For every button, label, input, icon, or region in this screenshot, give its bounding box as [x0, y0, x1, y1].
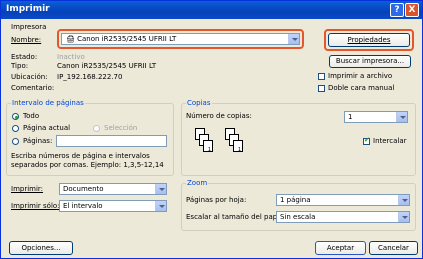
page-range-hint: Escriba números de página e intervalos s… — [11, 152, 164, 169]
help-button[interactable]: ? — [390, 3, 404, 17]
printer-name-value: Canon iR2535/2545 UFRII LT — [77, 35, 177, 43]
print-what-label: Imprimir: — [11, 185, 44, 193]
manual-duplex-checkbox[interactable] — [318, 85, 325, 92]
chevron-down-icon[interactable] — [155, 184, 166, 194]
print-what-select[interactable]: Documento — [59, 183, 167, 195]
collate-checkbox[interactable] — [363, 136, 370, 145]
comment-label: Comentario: — [11, 84, 55, 92]
type-label: Tipo: — [11, 62, 29, 70]
range-all-label: Todo — [23, 112, 40, 120]
properties-button[interactable]: Propiedades — [328, 33, 410, 47]
cancel-button[interactable]: Cancelar — [369, 241, 418, 255]
range-current-label: Página actual — [23, 124, 71, 132]
zoom-group: Zoom — [181, 179, 416, 231]
range-all-radio[interactable] — [12, 113, 19, 120]
printer-name-select[interactable]: 🖨 Canon iR2535/2545 UFRII LT — [61, 33, 300, 45]
print-to-file-label: Imprimir a archivo — [328, 72, 393, 80]
manual-duplex-label: Doble cara manual — [328, 84, 395, 92]
type-value: Canon iR2535/2545 UFRII LT — [57, 62, 157, 70]
pages-input[interactable] — [56, 135, 167, 147]
print-only-label: Imprimir sólo: — [11, 202, 60, 210]
zoom-legend: Zoom — [186, 179, 209, 187]
location-label: Ubicación: — [11, 73, 48, 81]
range-pages-radio[interactable] — [12, 138, 19, 145]
status-value: Inactivo — [57, 53, 85, 61]
title-bar[interactable]: Imprimir ? X — [1, 1, 422, 19]
close-button[interactable]: X — [405, 3, 419, 17]
copies-legend: Copias — [186, 99, 212, 107]
pages-per-sheet-label: Páginas por hoja: — [186, 196, 247, 204]
range-selection-label: Selección — [104, 124, 138, 132]
ok-button[interactable]: Aceptar — [315, 241, 366, 255]
status-label: Estado: — [11, 53, 38, 61]
chevron-down-icon[interactable] — [398, 195, 409, 205]
find-printer-button[interactable]: Buscar impresora... — [329, 55, 411, 68]
printer-icon: 🖨 — [66, 35, 75, 43]
collate-page: 1 — [233, 140, 243, 153]
spinner-icon[interactable] — [396, 112, 407, 122]
copies-count-input[interactable]: 1 — [344, 111, 408, 123]
print-only-select[interactable]: El intervalo — [59, 200, 167, 212]
collate-label: Intercalar — [373, 137, 407, 145]
printer-name-label: Nombre: — [11, 36, 42, 44]
options-button[interactable]: Opciones... — [9, 241, 73, 255]
range-current-radio[interactable] — [12, 125, 19, 132]
print-dialog: Imprimir ? X Impresora Nombre: 🖨 Canon i… — [0, 0, 423, 259]
printer-group-label: Impresora — [11, 23, 47, 31]
chevron-down-icon[interactable] — [155, 201, 166, 211]
range-selection-radio[interactable] — [93, 125, 100, 132]
scale-label: Escalar al tamaño del papel: — [186, 213, 286, 221]
chevron-down-icon[interactable] — [288, 34, 299, 44]
collate-page: 1 — [203, 140, 213, 153]
window-title: Imprimir — [6, 4, 50, 14]
range-pages-label: Páginas: — [23, 137, 53, 145]
scale-select[interactable]: Sin escala — [276, 211, 410, 223]
location-value: IP_192.168.222.70 — [57, 73, 123, 81]
pages-per-sheet-select[interactable]: 1 página — [276, 194, 410, 206]
chevron-down-icon[interactable] — [398, 212, 409, 222]
print-to-file-checkbox[interactable] — [318, 73, 325, 80]
copies-count-label: Número de copias: — [186, 112, 252, 120]
page-range-legend: Intervalo de páginas — [11, 99, 85, 107]
